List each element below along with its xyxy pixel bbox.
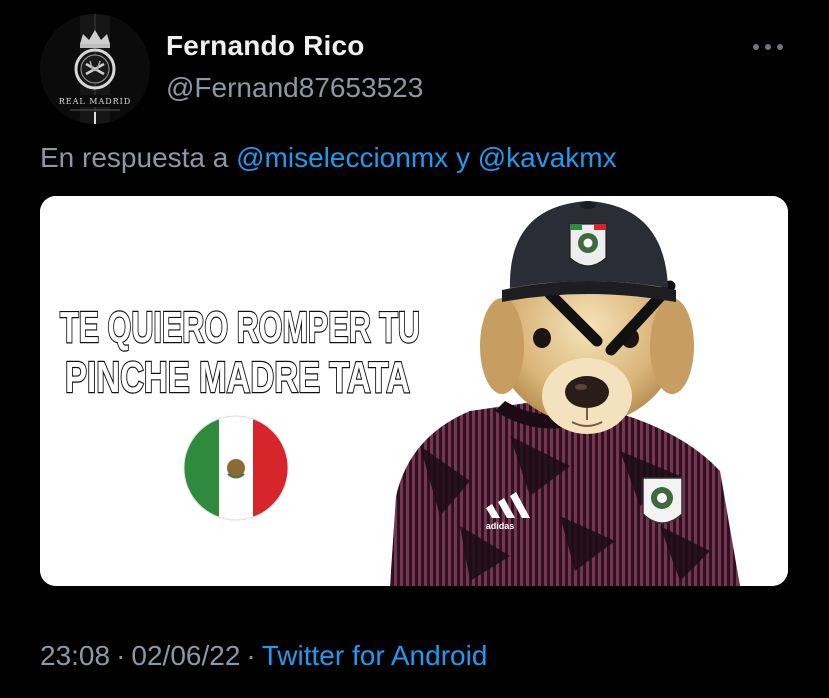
meme-caption: TE QUIERO ROMPER TU PINCHE MADRE TATA [59, 302, 421, 403]
reply-prefix: En respuesta a [40, 142, 229, 173]
avatar[interactable]: REAL MADRID [40, 14, 150, 124]
jersey-crest-icon [642, 477, 683, 524]
more-horizontal-icon [753, 44, 783, 50]
user-display-name[interactable]: Fernando Rico [166, 30, 365, 62]
mexico-flag-icon [183, 415, 289, 521]
tweet-time[interactable]: 23:08 [40, 640, 110, 671]
tweet-meta: 23:08 · 02/06/22 · Twitter for Android [40, 640, 487, 672]
reply-context: En respuesta a @miseleccionmx y @kavakmx [40, 142, 617, 174]
reply-joiner: y [455, 142, 470, 173]
cap-crest-icon [569, 223, 607, 267]
svg-text:REAL MADRID: REAL MADRID [59, 97, 131, 106]
meta-separator: · [116, 640, 126, 671]
tweet-date[interactable]: 02/06/22 [131, 640, 240, 671]
svg-text:TE QUIERO ROMPER TU: TE QUIERO ROMPER TU [60, 303, 420, 352]
meta-separator: · [246, 640, 256, 671]
real-madrid-crest-icon: REAL MADRID [40, 14, 150, 124]
meme-image: TE QUIERO ROMPER TU PINCHE MADRE TATA ad… [40, 196, 788, 586]
mention-link[interactable]: @miseleccionmx [236, 142, 448, 173]
mention-link[interactable]: @kavakmx [478, 142, 617, 173]
tweet-media-image[interactable]: TE QUIERO ROMPER TU PINCHE MADRE TATA ad… [40, 196, 788, 586]
svg-text:adidas: adidas [486, 521, 515, 531]
tweet: REAL MADRID Fernando Rico @Fernand876535… [0, 0, 829, 698]
more-options-button[interactable] [748, 32, 788, 62]
svg-text:PINCHE MADRE TATA: PINCHE MADRE TATA [65, 353, 410, 402]
user-handle[interactable]: @Fernand87653523 [166, 72, 423, 104]
tweet-source-link[interactable]: Twitter for Android [262, 640, 488, 671]
